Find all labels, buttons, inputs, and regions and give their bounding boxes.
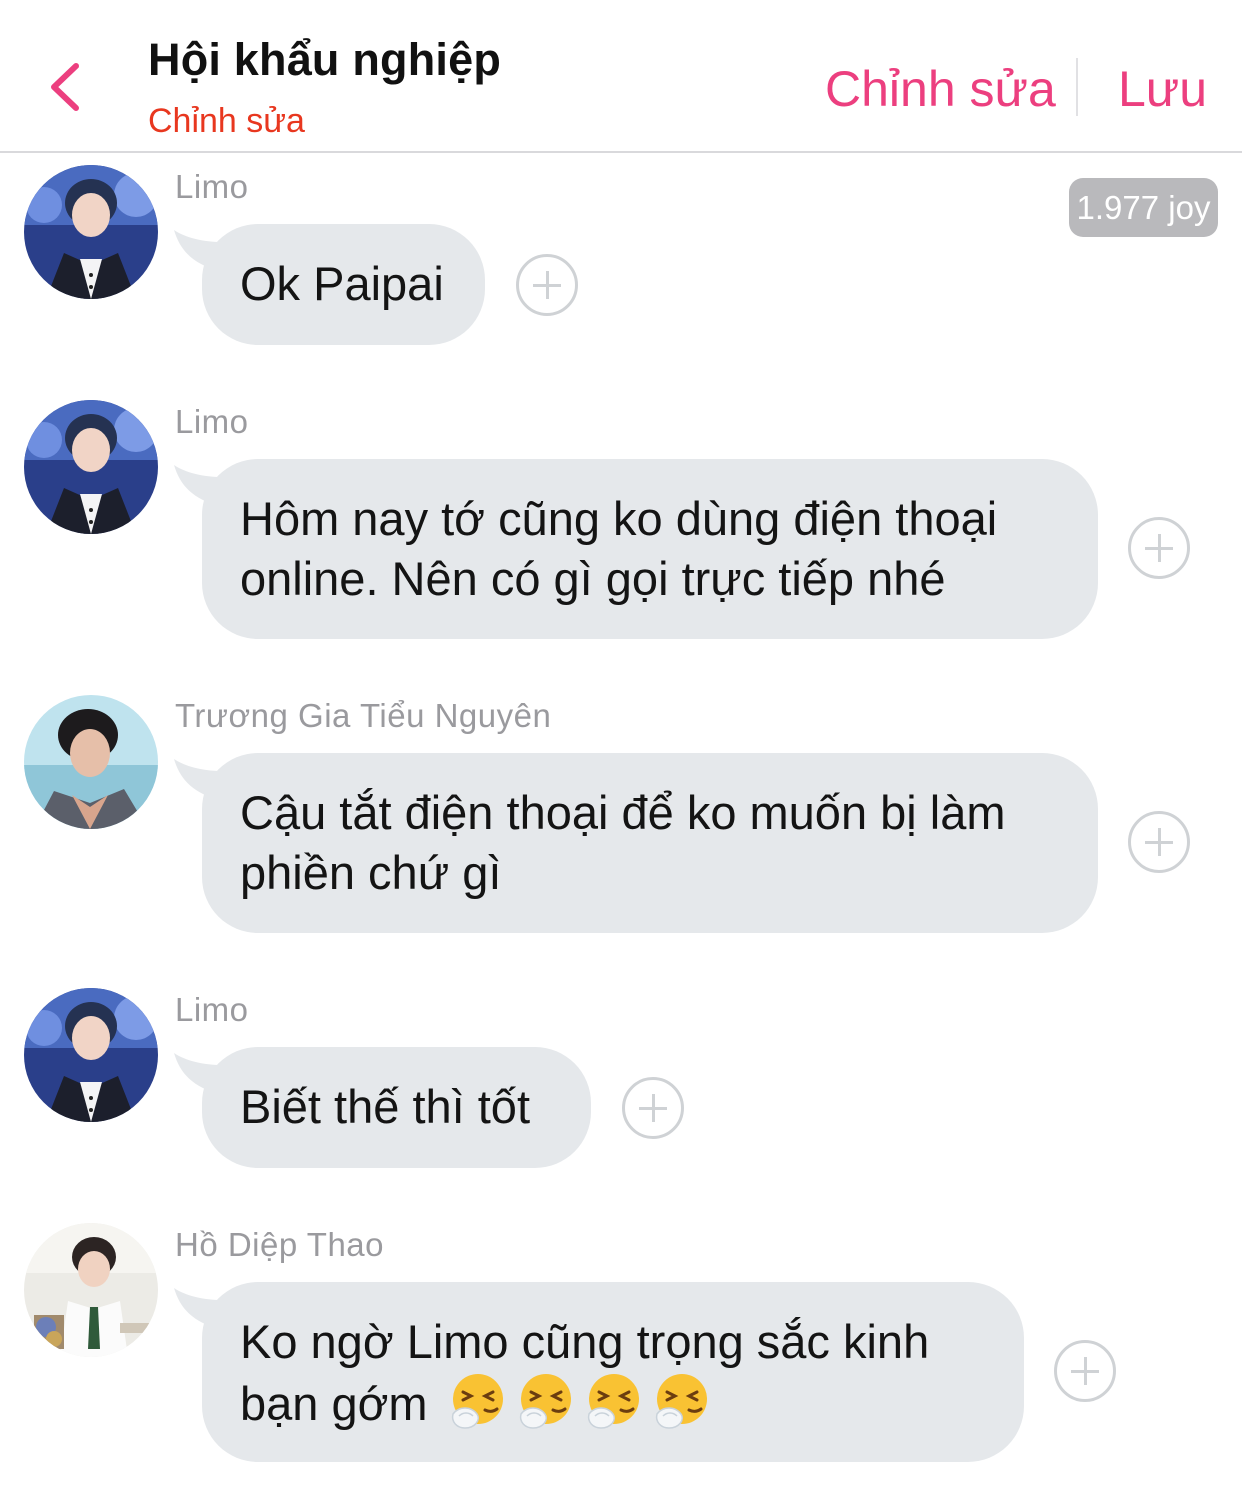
message-text: Ok Paipai <box>240 257 444 310</box>
message-bubble[interactable]: Biết thế thì tốt <box>202 1047 591 1168</box>
back-button[interactable] <box>40 52 100 122</box>
joy-badge: 1.977 joy <box>1069 178 1218 237</box>
message-text-line: Hôm nay tớ cũng ko dùng điện thoại <box>240 492 998 545</box>
avatar[interactable] <box>24 400 158 534</box>
sender-name: Limo <box>175 991 249 1028</box>
add-reaction-button[interactable] <box>1128 517 1190 579</box>
add-reaction-button[interactable] <box>516 254 578 316</box>
sender-name: Limo <box>175 168 249 205</box>
message-text-line: Ko ngờ Limo cũng trọng sắc kinh <box>240 1315 930 1368</box>
chevron-left-icon <box>51 63 79 111</box>
add-reaction-button[interactable] <box>622 1077 684 1139</box>
header-divider <box>1076 58 1078 116</box>
sneezing-face-icon <box>519 1374 571 1429</box>
sneezing-face-icon <box>587 1374 639 1429</box>
avatar[interactable] <box>24 988 158 1122</box>
message-bubble[interactable]: Cậu tắt điện thoại để ko muốn bị làm phi… <box>202 753 1098 933</box>
avatar[interactable] <box>24 695 158 829</box>
message-text-line-with-emoji: bạn gớm <box>240 1372 986 1434</box>
sender-name: Hồ Diệp Thao <box>175 1226 385 1263</box>
message-bubble[interactable]: Ok Paipai <box>202 224 485 345</box>
message-text-line: Cậu tắt điện thoại để ko muốn bị làm <box>240 786 1006 839</box>
edit-button[interactable]: Chỉnh sửa <box>825 60 1056 118</box>
sneezing-face-icon <box>655 1374 707 1429</box>
chat-title: Hội khẩu nghiệp <box>148 34 502 85</box>
save-button[interactable]: Lưu <box>1118 60 1207 118</box>
avatar[interactable] <box>24 165 158 299</box>
emoji-row <box>449 1374 721 1430</box>
sneezing-face-icon <box>451 1374 503 1429</box>
message-text: Biết thế thì tốt <box>240 1080 531 1133</box>
message-text: bạn gớm <box>240 1377 428 1430</box>
message-text-line: phiền chứ gì <box>240 846 502 899</box>
message-bubble[interactable]: Hôm nay tớ cũng ko dùng điện thoại onlin… <box>202 459 1098 639</box>
message-bubble[interactable]: Ko ngờ Limo cũng trọng sắc kinh bạn gớm <box>202 1282 1024 1462</box>
chat-subtitle: Chỉnh sửa <box>148 102 305 140</box>
message-text-line: online. Nên có gì gọi trực tiếp nhé <box>240 552 946 605</box>
avatar[interactable] <box>24 1223 158 1357</box>
add-reaction-button[interactable] <box>1128 811 1190 873</box>
sender-name: Limo <box>175 403 249 440</box>
add-reaction-button[interactable] <box>1054 1340 1116 1402</box>
sender-name: Trương Gia Tiểu Nguyên <box>175 697 552 734</box>
chat-header: Hội khẩu nghiệp Chỉnh sửa Chỉnh sửa Lưu <box>0 0 1242 153</box>
